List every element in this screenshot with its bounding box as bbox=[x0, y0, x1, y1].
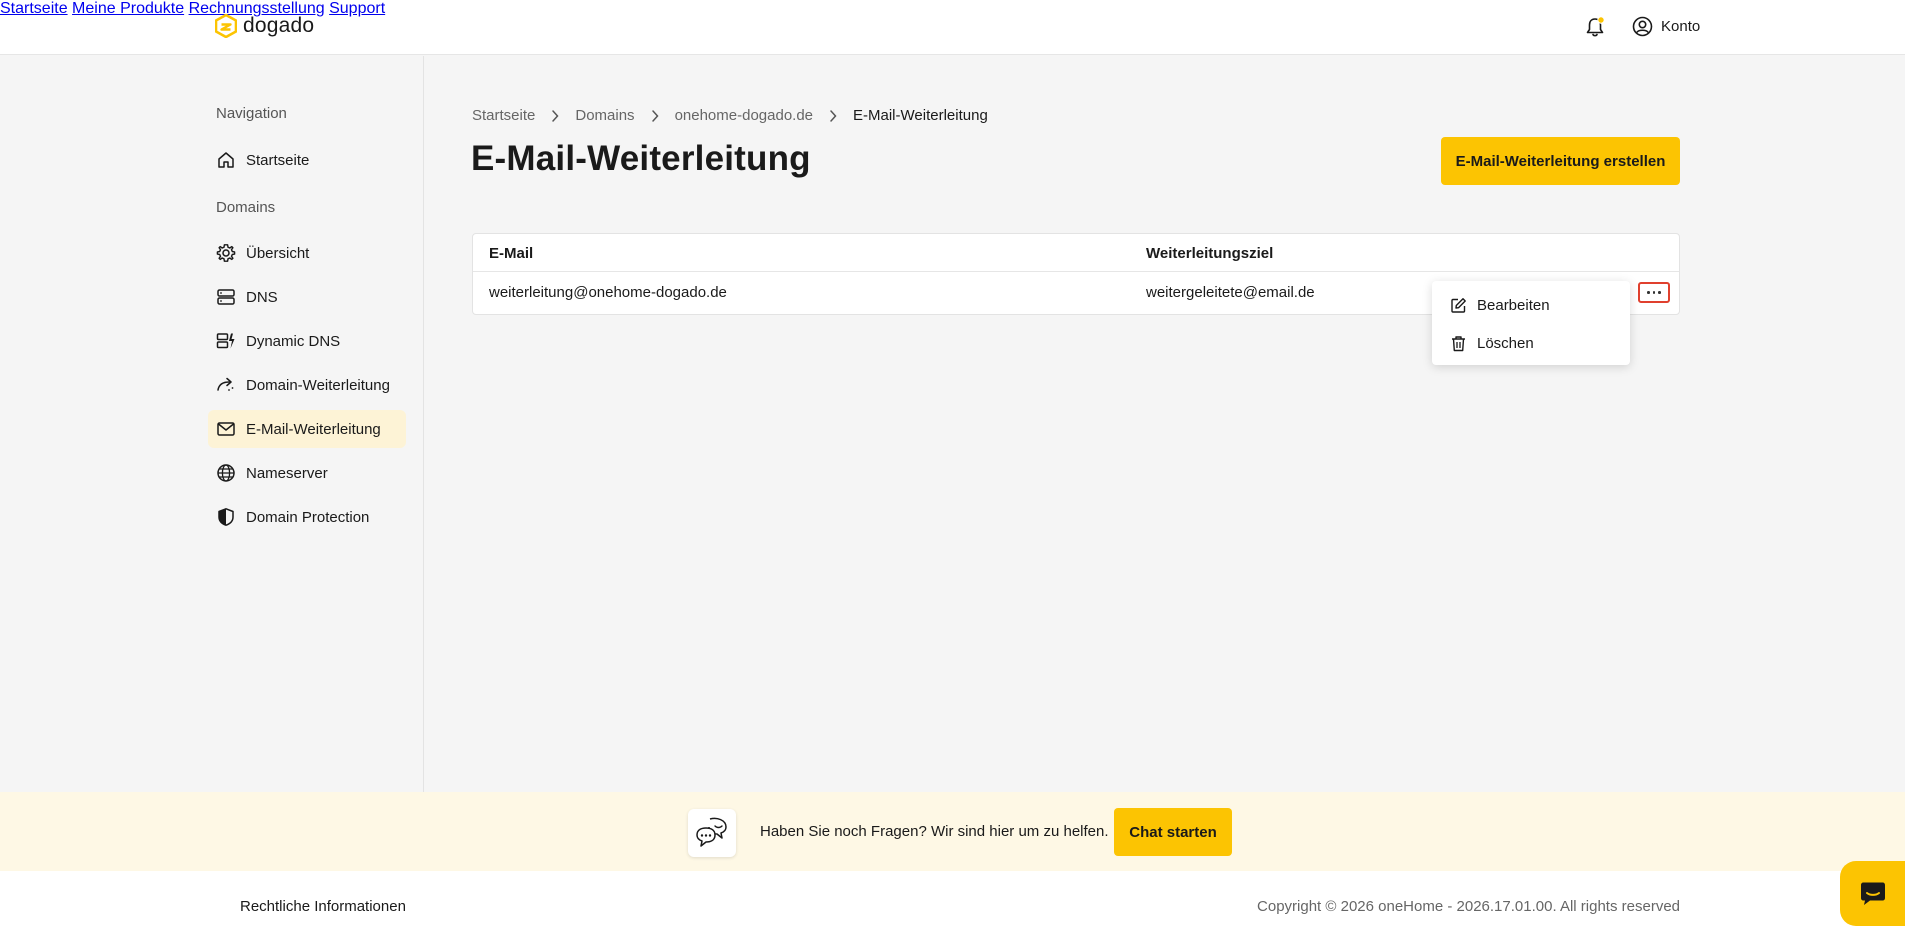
server-icon bbox=[217, 289, 235, 305]
top-bar: dogado Startseite Meine Produkte Rechnun… bbox=[0, 0, 1905, 55]
logo[interactable]: dogado bbox=[215, 14, 314, 38]
forward-arrow-icon bbox=[217, 377, 234, 391]
edit-icon bbox=[1451, 297, 1466, 313]
chat-widget-button[interactable] bbox=[1840, 861, 1905, 926]
sidebar-item-startseite[interactable]: Startseite bbox=[208, 141, 406, 179]
chevron-right-icon bbox=[635, 109, 675, 122]
copyright-text: Copyright © 2026 oneHome - 2026.17.01.00… bbox=[1257, 898, 1680, 915]
more-dot bbox=[1652, 291, 1656, 294]
user-circle-icon bbox=[1632, 16, 1653, 37]
bell-icon[interactable] bbox=[1585, 16, 1605, 38]
breadcrumb-domain[interactable]: onehome-dogado.de bbox=[675, 107, 813, 124]
mail-icon bbox=[217, 422, 235, 436]
legal-info-link[interactable]: Rechtliche Informationen bbox=[240, 898, 406, 915]
sidebar-item-dynamic-dns[interactable]: Dynamic DNS bbox=[208, 322, 406, 360]
cell-target: weitergeleitete@email.de bbox=[1146, 284, 1315, 301]
footer: Rechtliche Informationen Copyright © 202… bbox=[0, 871, 1905, 940]
dogado-logo-icon bbox=[215, 14, 237, 38]
sidebar-item-label: Domain-Weiterleitung bbox=[246, 376, 390, 394]
breadcrumb-current: E-Mail-Weiterleitung bbox=[853, 107, 988, 124]
sidebar: Navigation Startseite Domains Übersicht … bbox=[0, 56, 424, 792]
shield-icon bbox=[218, 508, 234, 526]
breadcrumb: Startseite Domains onehome-dogado.de E-M… bbox=[472, 107, 988, 124]
column-header-target: Weiterleitungsziel bbox=[1146, 245, 1274, 262]
menu-item-label: Bearbeiten bbox=[1477, 296, 1550, 314]
menu-item-loeschen[interactable]: Löschen bbox=[1450, 331, 1534, 355]
topnav-support[interactable]: Support bbox=[329, 0, 385, 17]
chat-start-button[interactable]: Chat starten bbox=[1114, 808, 1232, 856]
account-menu[interactable]: Konto bbox=[1632, 16, 1700, 37]
sidebar-item-domain-protection[interactable]: Domain Protection bbox=[208, 498, 406, 536]
help-banner: Haben Sie noch Fragen? Wir sind hier um … bbox=[0, 792, 1905, 871]
trash-icon bbox=[1452, 335, 1465, 351]
sidebar-item-nameserver[interactable]: Nameserver bbox=[208, 454, 406, 492]
menu-item-label: Löschen bbox=[1477, 334, 1534, 352]
topnav-meine-produkte[interactable]: Meine Produkte bbox=[72, 0, 184, 17]
sidebar-heading-navigation: Navigation bbox=[216, 105, 287, 122]
breadcrumb-startseite[interactable]: Startseite bbox=[472, 107, 535, 124]
sidebar-item-label: E-Mail-Weiterleitung bbox=[246, 420, 381, 438]
account-label: Konto bbox=[1661, 18, 1701, 35]
row-actions-menu: Bearbeiten Löschen bbox=[1432, 281, 1630, 365]
home-icon bbox=[218, 152, 234, 168]
cell-email: weiterleitung@onehome-dogado.de bbox=[489, 284, 727, 301]
sidebar-item-dns[interactable]: DNS bbox=[208, 278, 406, 316]
sidebar-item-label: Domain Protection bbox=[246, 508, 370, 526]
row-actions-button[interactable] bbox=[1638, 282, 1670, 303]
table-header: E-Mail Weiterleitungsziel bbox=[473, 234, 1679, 272]
sidebar-item-label: Startseite bbox=[246, 151, 310, 169]
sidebar-item-domain-weiterleitung[interactable]: Domain-Weiterleitung bbox=[208, 366, 406, 404]
chevron-right-icon bbox=[535, 109, 575, 122]
dynamic-dns-icon bbox=[216, 333, 235, 349]
topnav-startseite[interactable]: Startseite bbox=[0, 0, 68, 17]
chat-bubbles-icon bbox=[688, 809, 736, 857]
sidebar-item-label: DNS bbox=[246, 288, 278, 306]
sidebar-item-label: Übersicht bbox=[246, 244, 310, 262]
chevron-right-icon bbox=[813, 109, 853, 122]
help-text: Haben Sie noch Fragen? Wir sind hier um … bbox=[760, 823, 1109, 840]
column-header-email: E-Mail bbox=[489, 245, 534, 262]
sidebar-item-email-weiterleitung[interactable]: E-Mail-Weiterleitung bbox=[208, 410, 406, 448]
menu-item-bearbeiten[interactable]: Bearbeiten bbox=[1450, 293, 1550, 317]
page-title: E-Mail-Weiterleitung bbox=[471, 139, 811, 178]
sidebar-item-uebersicht[interactable]: Übersicht bbox=[208, 234, 406, 272]
chat-icon bbox=[1860, 882, 1885, 905]
sidebar-heading-domains: Domains bbox=[216, 199, 276, 216]
breadcrumb-domains[interactable]: Domains bbox=[575, 107, 634, 124]
sidebar-item-label: Dynamic DNS bbox=[246, 332, 341, 350]
more-dot bbox=[1658, 291, 1661, 294]
gear-icon bbox=[216, 244, 236, 262]
more-dot bbox=[1647, 291, 1650, 294]
globe-icon bbox=[217, 464, 235, 482]
sidebar-item-label: Nameserver bbox=[246, 464, 328, 482]
brand-name: dogado bbox=[243, 14, 315, 37]
create-email-forwarding-button[interactable]: E-Mail-Weiterleitung erstellen bbox=[1441, 137, 1680, 185]
